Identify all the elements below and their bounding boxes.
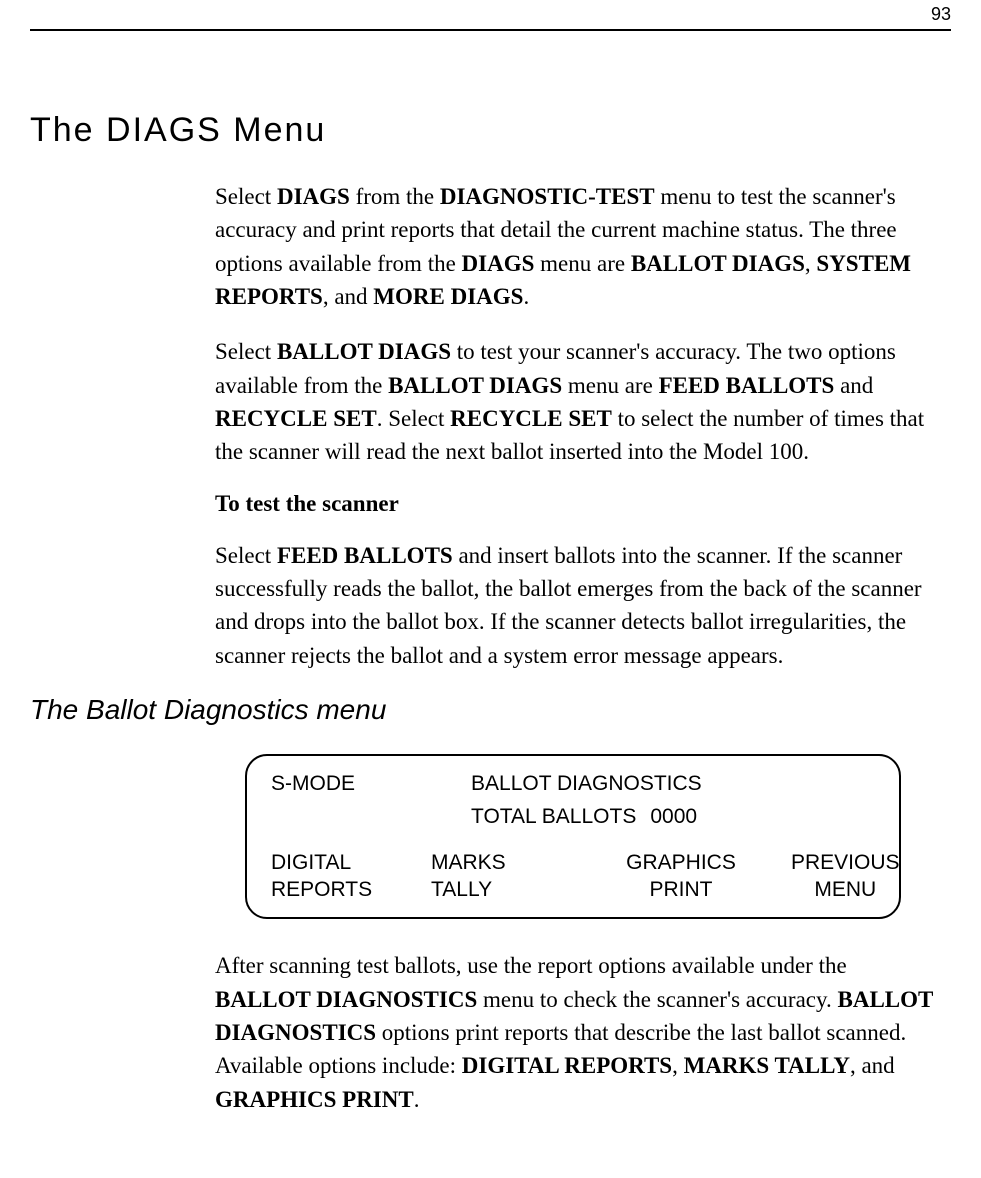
- bold-diags-2: DIAGS: [462, 251, 535, 276]
- screen-total-row: TOTAL BALLOTS 0000: [471, 803, 875, 830]
- screen-options-row: DIGITAL REPORTS MARKS TALLY GRAPHICS PRI…: [271, 849, 875, 904]
- page-number: 93: [30, 0, 951, 29]
- option-digital-reports: DIGITAL REPORTS: [271, 849, 431, 904]
- option-line: PREVIOUS: [791, 849, 900, 876]
- bold-ballot-diags: BALLOT DIAGS: [277, 339, 451, 364]
- bold-digital-reports: DIGITAL REPORTS: [462, 1053, 672, 1078]
- total-ballots-label: TOTAL BALLOTS: [471, 803, 636, 830]
- option-line: MARKS: [431, 849, 591, 876]
- paragraph-ballot-diags: Select BALLOT DIAGS to test your scanner…: [215, 335, 941, 468]
- text: . Select: [377, 406, 450, 431]
- option-graphics-print: GRAPHICS PRINT: [591, 849, 771, 904]
- text: ,: [672, 1053, 684, 1078]
- bold-feed-ballots: FEED BALLOTS: [277, 543, 453, 568]
- paragraph-feed-ballots: Select FEED BALLOTS and insert ballots i…: [215, 539, 941, 672]
- text: Select: [215, 339, 277, 364]
- bold-ballot-diags-2: BALLOT DIAGS: [388, 373, 562, 398]
- bold-graphics-print: GRAPHICS PRINT: [215, 1087, 414, 1112]
- text: , and: [323, 284, 373, 309]
- subheading-test-scanner: To test the scanner: [215, 491, 941, 517]
- heading-diags-menu: The DIAGS Menu: [30, 111, 951, 150]
- option-line: DIGITAL: [271, 849, 431, 876]
- screen-mode: S-MODE: [271, 770, 471, 797]
- page: 93 The DIAGS Menu Select DIAGS from the …: [0, 0, 981, 1178]
- option-line: TALLY: [431, 876, 591, 903]
- bold-more-diags: MORE DIAGS: [373, 284, 523, 309]
- paragraph-intro: Select DIAGS from the DIAGNOSTIC-TEST me…: [215, 180, 941, 313]
- text: .: [414, 1087, 420, 1112]
- text: .: [523, 284, 529, 309]
- bold-marks-tally: MARKS TALLY: [684, 1053, 850, 1078]
- option-line: MENU: [791, 876, 900, 903]
- text: After scanning test ballots, use the rep…: [215, 953, 847, 978]
- text: menu are: [534, 251, 630, 276]
- option-line: GRAPHICS: [591, 849, 771, 876]
- screen-title: BALLOT DIAGNOSTICS: [471, 770, 875, 797]
- screen-header-row: S-MODE BALLOT DIAGNOSTICS: [271, 770, 875, 797]
- text: from the: [350, 184, 440, 209]
- bold-ballot-diags: BALLOT DIAGS: [631, 251, 805, 276]
- option-marks-tally: MARKS TALLY: [431, 849, 591, 904]
- text: , and: [850, 1053, 895, 1078]
- screen-content: S-MODE BALLOT DIAGNOSTICS TOTAL BALLOTS …: [215, 754, 941, 1116]
- horizontal-rule: [30, 29, 951, 31]
- bold-ballot-diagnostics: BALLOT DIAGNOSTICS: [215, 987, 477, 1012]
- text: and: [834, 373, 873, 398]
- option-previous-menu: PREVIOUS MENU: [771, 849, 900, 904]
- bold-diags: DIAGS: [277, 184, 350, 209]
- bold-feed-ballots: FEED BALLOTS: [659, 373, 835, 398]
- screen-display: S-MODE BALLOT DIAGNOSTICS TOTAL BALLOTS …: [245, 754, 901, 919]
- text: menu to check the scanner's accuracy.: [477, 987, 837, 1012]
- heading-ballot-diagnostics-menu: The Ballot Diagnostics menu: [30, 694, 951, 726]
- option-line: REPORTS: [271, 876, 431, 903]
- text: Select: [215, 184, 277, 209]
- bold-diagnostic-test: DIAGNOSTIC-TEST: [440, 184, 655, 209]
- bold-recycle-set: RECYCLE SET: [215, 406, 377, 431]
- option-line: PRINT: [591, 876, 771, 903]
- paragraph-after-scanning: After scanning test ballots, use the rep…: [215, 949, 941, 1116]
- bold-recycle-set-2: RECYCLE SET: [450, 406, 612, 431]
- body-content: Select DIAGS from the DIAGNOSTIC-TEST me…: [215, 180, 941, 672]
- text: ,: [805, 251, 817, 276]
- text: menu are: [562, 373, 658, 398]
- total-ballots-value: 0000: [650, 803, 697, 830]
- text: Select: [215, 543, 277, 568]
